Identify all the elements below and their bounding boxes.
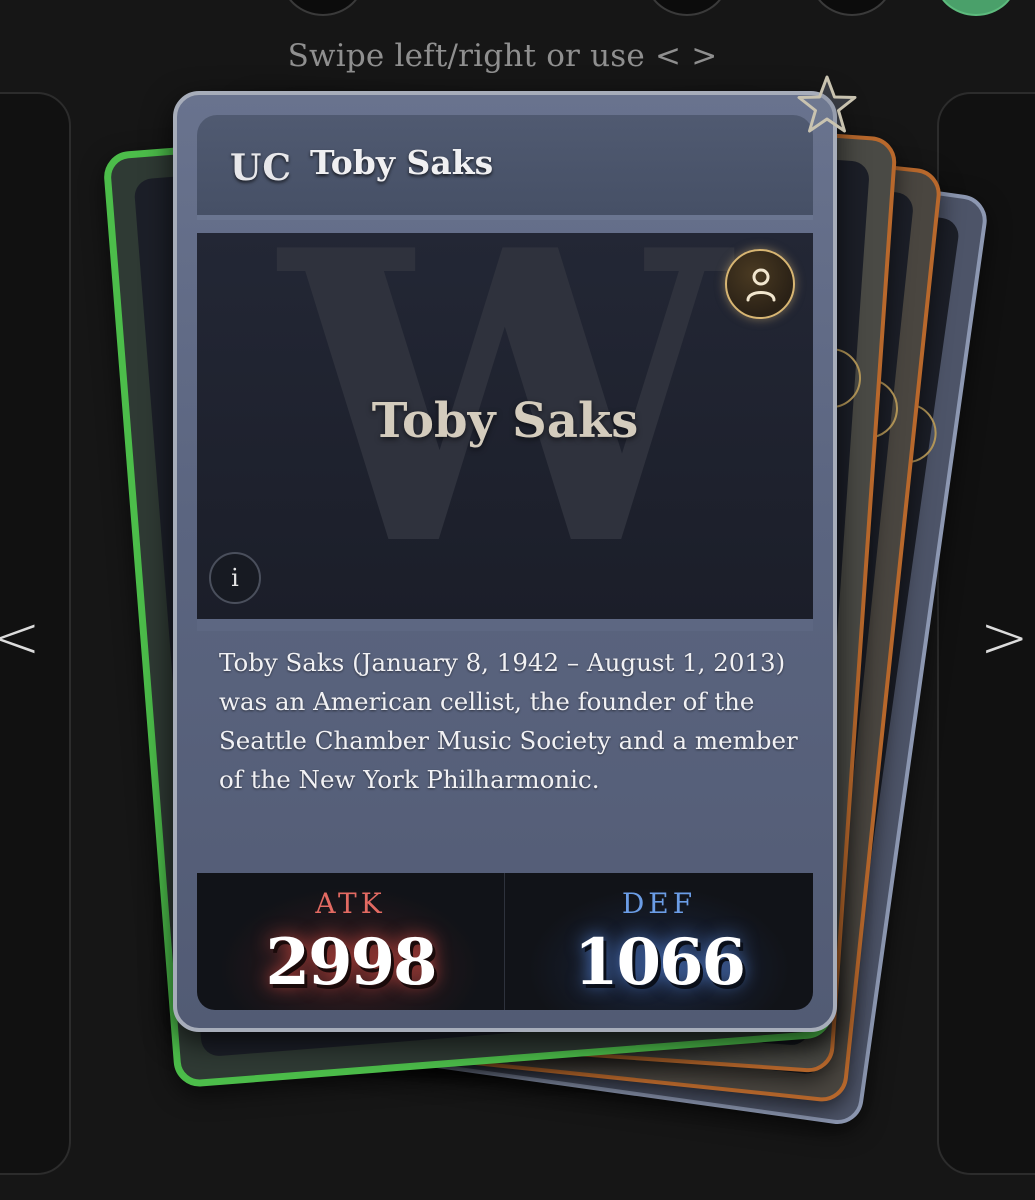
card-header: UC Toby Saks [197, 115, 813, 220]
card-art: W Toby Saks i [197, 233, 813, 619]
top-button-2[interactable] [645, 0, 729, 16]
top-button-3[interactable] [810, 0, 894, 16]
chevron-left-icon[interactable]: < [0, 608, 41, 666]
card[interactable]: UC Toby Saks W Toby Saks i Toby Saks (Ja… [173, 75, 857, 1032]
defense-label: DEF [621, 887, 697, 920]
card-description: Toby Saks (January 8, 1942 – August 1, 2… [219, 648, 798, 794]
defense-value: 1066 [573, 925, 746, 1000]
art-title: Toby Saks [371, 393, 639, 449]
attack-value: 2998 [265, 925, 437, 1000]
top-button-active[interactable] [934, 0, 1018, 16]
top-button-1[interactable] [281, 0, 365, 16]
attack-label: ATK [315, 887, 386, 920]
rarity-label: UC [230, 147, 293, 189]
card-carousel: Swipe left/right or use < > < > UC Toby … [0, 0, 1035, 1200]
star-outline-icon[interactable] [795, 73, 859, 137]
info-button[interactable]: i [209, 552, 261, 604]
stats-bar: ATK 2998 DEF 1066 [197, 873, 813, 1010]
attack-stat: ATK 2998 [197, 873, 505, 1010]
swipe-hint: Swipe left/right or use < > [287, 38, 718, 74]
chevron-right-icon[interactable]: > [980, 608, 1029, 666]
card-name: Toby Saks [310, 143, 494, 182]
divider [197, 619, 813, 631]
person-icon[interactable] [725, 249, 795, 319]
defense-stat: DEF 1066 [505, 873, 813, 1010]
